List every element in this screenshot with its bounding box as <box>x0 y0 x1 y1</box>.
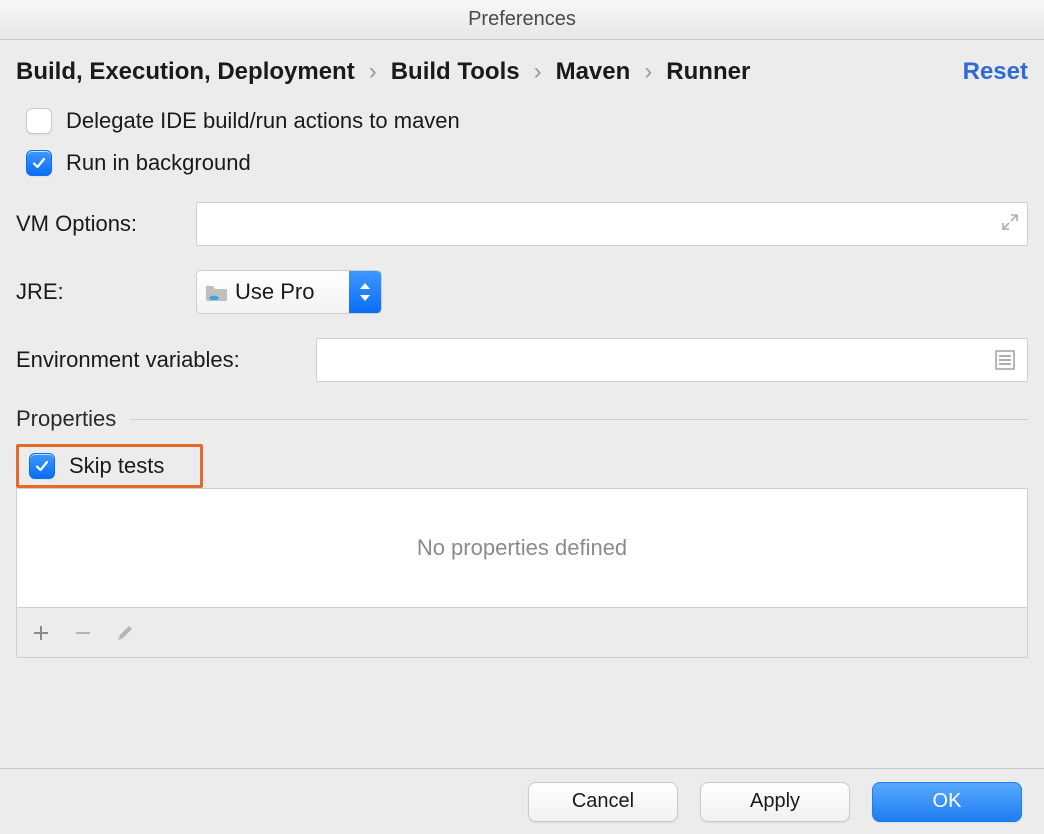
jre-label: JRE: <box>16 279 196 305</box>
divider <box>130 419 1028 420</box>
add-button[interactable] <box>31 623 51 643</box>
window-title-bar: Preferences <box>0 0 1044 40</box>
apply-button[interactable]: Apply <box>700 782 850 822</box>
ok-button[interactable]: OK <box>872 782 1022 822</box>
env-vars-input[interactable] <box>316 338 1028 382</box>
vm-options-input[interactable] <box>196 202 1028 246</box>
apply-button-label: Apply <box>750 790 800 813</box>
jre-selected-text: Use Pro <box>235 279 349 305</box>
window-title: Preferences <box>468 8 576 31</box>
cancel-button-label: Cancel <box>572 790 634 813</box>
skip-tests-label: Skip tests <box>69 453 164 479</box>
breadcrumb-item[interactable]: Build, Execution, Deployment <box>16 58 355 86</box>
edit-button[interactable] <box>115 623 135 643</box>
delegate-checkbox[interactable] <box>26 108 52 134</box>
dialog-footer: Cancel Apply OK <box>0 768 1044 834</box>
properties-list-empty: No properties defined <box>16 488 1028 608</box>
select-stepper-icon[interactable] <box>349 271 381 313</box>
cancel-button[interactable]: Cancel <box>528 782 678 822</box>
chevron-right-icon: › <box>369 58 377 86</box>
jre-select[interactable]: Use Pro <box>196 270 382 314</box>
breadcrumb-item[interactable]: Runner <box>666 58 750 86</box>
vm-options-label: VM Options: <box>16 211 196 237</box>
delegate-label: Delegate IDE build/run actions to maven <box>66 108 460 134</box>
chevron-right-icon: › <box>534 58 542 86</box>
properties-empty-text: No properties defined <box>417 535 627 561</box>
run-background-checkbox[interactable] <box>26 150 52 176</box>
env-vars-label: Environment variables: <box>16 347 316 373</box>
run-background-label: Run in background <box>66 150 251 176</box>
folder-icon <box>205 282 229 302</box>
chevron-right-icon: › <box>644 58 652 86</box>
properties-toolbar <box>16 608 1028 658</box>
ok-button-label: OK <box>933 790 962 813</box>
remove-button[interactable] <box>73 623 93 643</box>
properties-section-title: Properties <box>16 406 116 432</box>
list-icon[interactable] <box>991 346 1019 374</box>
breadcrumb-item[interactable]: Build Tools <box>391 58 520 86</box>
expand-icon[interactable] <box>1001 213 1019 236</box>
reset-link[interactable]: Reset <box>963 58 1028 86</box>
breadcrumb: Build, Execution, Deployment › Build Too… <box>16 58 750 86</box>
breadcrumb-item[interactable]: Maven <box>556 58 631 86</box>
skip-tests-checkbox[interactable] <box>29 453 55 479</box>
skip-tests-highlight: Skip tests <box>16 444 203 488</box>
